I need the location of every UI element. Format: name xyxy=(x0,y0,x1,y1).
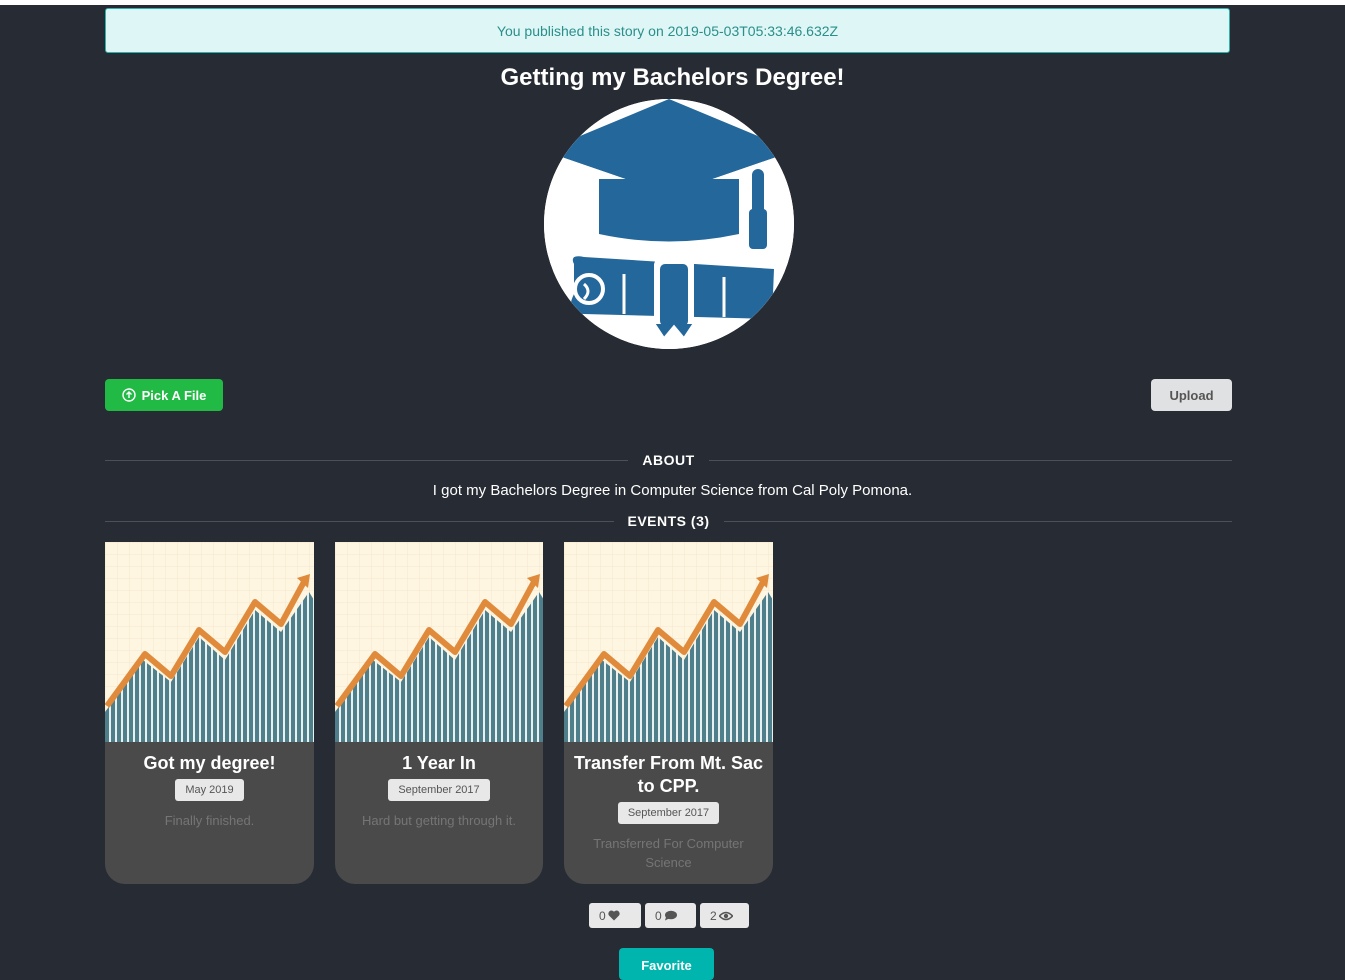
views-count: 2 xyxy=(710,908,717,923)
event-description: Transferred For Computer Science xyxy=(593,836,744,870)
divider-line xyxy=(708,459,1232,461)
event-title: 1 Year In xyxy=(402,753,476,773)
likes-count: 0 xyxy=(599,908,606,923)
pick-file-label: Pick A File xyxy=(141,387,207,403)
event-date-badge: September 2017 xyxy=(388,779,490,801)
pick-file-button[interactable]: Pick A File xyxy=(105,379,223,411)
published-notice-text: You published this story on 2019-05-03T0… xyxy=(496,22,839,39)
event-card[interactable]: Got my degree! May 2019 Finally finished… xyxy=(105,542,314,884)
about-heading: ABOUT xyxy=(642,452,695,468)
divider-line xyxy=(105,520,614,522)
comments-count: 0 xyxy=(655,908,662,923)
likes-button[interactable]: 0 xyxy=(589,903,641,928)
comments-button[interactable]: 0 xyxy=(645,903,696,928)
story-title: Getting my Bachelors Degree! xyxy=(500,64,845,91)
about-divider: ABOUT xyxy=(105,450,1232,470)
published-notice: You published this story on 2019-05-03T0… xyxy=(105,8,1230,53)
event-date-badge: September 2017 xyxy=(617,802,720,824)
growth-chart-icon xyxy=(564,542,773,742)
divider-line xyxy=(105,459,629,461)
event-card[interactable]: 1 Year In September 2017 Hard but gettin… xyxy=(335,542,543,884)
event-description: Hard but getting through it. xyxy=(362,813,516,828)
heart-icon xyxy=(608,910,620,921)
divider-line xyxy=(723,520,1233,522)
event-date-badge: May 2019 xyxy=(175,779,244,801)
favorite-button[interactable]: Favorite xyxy=(619,948,714,980)
growth-chart-icon xyxy=(105,542,314,742)
views-button[interactable]: 2 xyxy=(700,903,749,928)
upload-circle-icon xyxy=(121,388,136,402)
graduation-cap-icon xyxy=(544,99,794,349)
event-card[interactable]: Transfer From Mt. Sac to CPP. September … xyxy=(564,542,773,884)
upload-button[interactable]: Upload xyxy=(1151,379,1232,411)
events-heading: EVENTS (3) xyxy=(627,513,710,529)
about-text: I got my Bachelors Degree in Computer Sc… xyxy=(432,482,913,499)
comment-icon xyxy=(664,910,677,921)
eye-icon xyxy=(718,911,733,920)
event-description: Finally finished. xyxy=(164,813,255,828)
top-bar xyxy=(0,0,1345,5)
event-title: Transfer From Mt. Sac to CPP. xyxy=(573,753,764,796)
story-image xyxy=(544,99,794,349)
growth-chart-icon xyxy=(335,542,543,742)
events-divider: EVENTS (3) xyxy=(105,511,1233,531)
event-title: Got my degree! xyxy=(143,753,276,773)
